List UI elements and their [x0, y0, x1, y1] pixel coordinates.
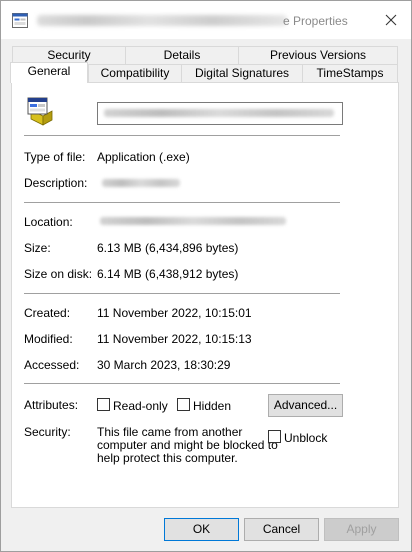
- advanced-button[interactable]: Advanced...: [268, 394, 343, 417]
- tab-details[interactable]: Details: [125, 46, 239, 64]
- modified-value: 11 November 2022, 10:15:13: [97, 332, 252, 346]
- accessed-value: 30 March 2023, 18:30:29: [97, 358, 231, 372]
- readonly-label[interactable]: Read-only: [113, 399, 168, 413]
- security-label: Security:: [24, 425, 71, 439]
- title-bar: e Properties: [1, 1, 411, 39]
- separator: [24, 293, 340, 294]
- application-icon: [12, 13, 28, 28]
- cancel-button[interactable]: Cancel: [244, 518, 319, 541]
- tab-timestamps[interactable]: TimeStamps: [302, 64, 398, 82]
- separator: [24, 135, 340, 136]
- size-label: Size:: [24, 241, 51, 255]
- file-name-input[interactable]: [97, 102, 343, 125]
- hidden-label[interactable]: Hidden: [193, 399, 231, 413]
- window-title: e Properties: [283, 14, 348, 28]
- attributes-label: Attributes:: [24, 398, 79, 412]
- apply-button[interactable]: Apply: [324, 518, 399, 541]
- ok-button[interactable]: OK: [164, 518, 239, 541]
- file-name-redacted: [104, 109, 334, 117]
- description-label: Description:: [24, 176, 88, 190]
- modified-label: Modified:: [24, 332, 73, 346]
- tab-previous-versions[interactable]: Previous Versions: [238, 46, 398, 64]
- size-on-disk-label: Size on disk:: [24, 267, 93, 281]
- security-text-line1: This file came from another: [97, 425, 243, 439]
- unblock-checkbox[interactable]: [268, 430, 281, 443]
- description-value-redacted: [102, 179, 180, 187]
- security-text-line2: computer and might be blocked to: [97, 438, 278, 452]
- title-filename-redacted: [37, 15, 287, 26]
- separator: [24, 383, 340, 384]
- type-value: Application (.exe): [97, 150, 190, 164]
- security-text-line3: help protect this computer.: [97, 451, 238, 465]
- properties-dialog: e Properties Security Details Previous V…: [0, 0, 412, 552]
- unblock-label[interactable]: Unblock: [284, 431, 327, 445]
- type-label: Type of file:: [24, 150, 86, 164]
- accessed-label: Accessed:: [24, 358, 80, 372]
- location-label: Location:: [24, 215, 73, 229]
- tab-general[interactable]: General: [10, 62, 88, 83]
- tab-compatibility[interactable]: Compatibility: [88, 64, 182, 82]
- separator: [24, 202, 340, 203]
- readonly-checkbox[interactable]: [97, 398, 110, 411]
- application-icon: [27, 97, 53, 126]
- hidden-checkbox[interactable]: [177, 398, 190, 411]
- created-label: Created:: [24, 306, 71, 320]
- close-icon: [385, 14, 397, 26]
- close-button[interactable]: [373, 5, 409, 35]
- size-on-disk-value: 6.14 MB (6,438,912 bytes): [97, 267, 239, 281]
- size-value: 6.13 MB (6,434,896 bytes): [97, 241, 239, 255]
- tab-digital-signatures[interactable]: Digital Signatures: [181, 64, 303, 82]
- location-value-redacted: [100, 217, 286, 225]
- created-value: 11 November 2022, 10:15:01: [97, 306, 252, 320]
- general-panel: Type of file: Application (.exe) Descrip…: [11, 82, 399, 508]
